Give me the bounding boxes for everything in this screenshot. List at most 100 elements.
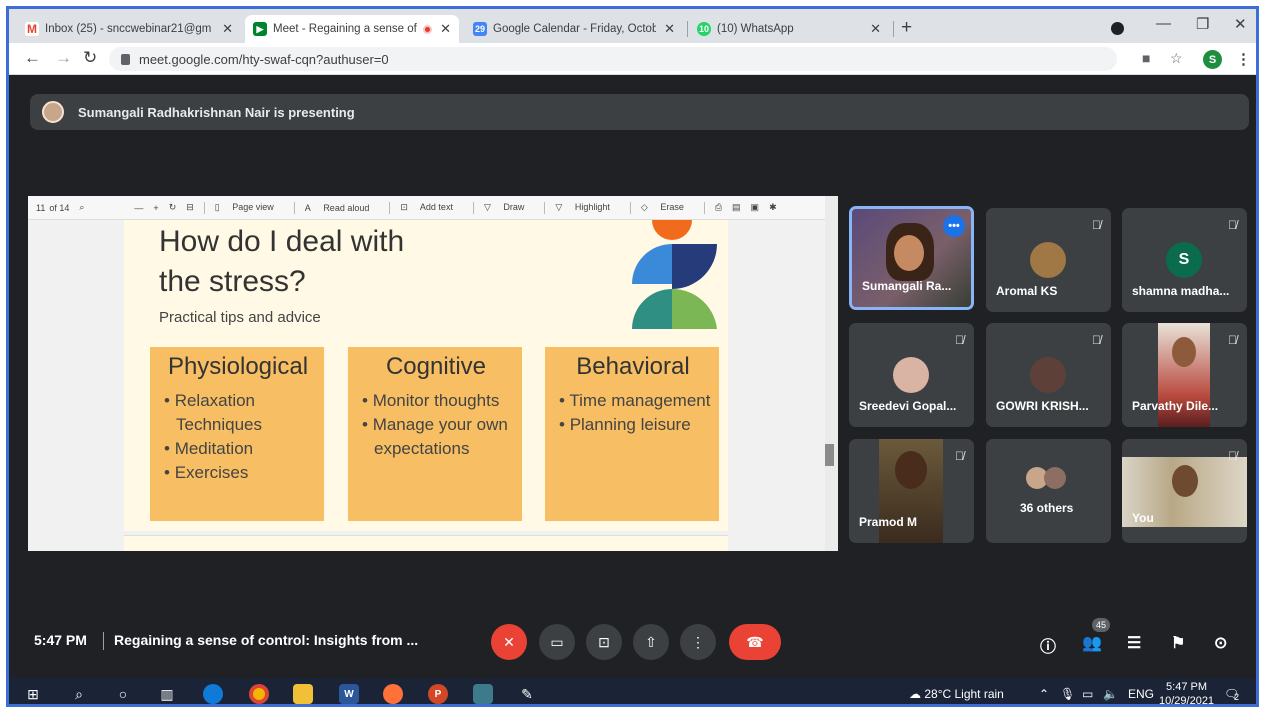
erase-label: Erase (660, 202, 684, 212)
meeting-title: Regaining a sense of control: Insights f… (114, 632, 419, 648)
mic-off-icon: 🎙̸ (1092, 218, 1101, 232)
more-options-icon[interactable]: ••• (943, 215, 965, 237)
microphone-icon[interactable]: 🎙 (1060, 687, 1075, 701)
tab-label: Inbox (25) - snccwebinar21@gm (45, 23, 212, 35)
cortana-icon[interactable]: ○ (113, 684, 133, 704)
rotate-icon[interactable]: ↻ (169, 202, 177, 213)
windows-start-icon[interactable]: ⊞ (23, 684, 43, 704)
activities-icon[interactable]: ⚑ (1171, 633, 1185, 653)
close-tab-icon[interactable]: ✕ (440, 21, 451, 37)
tab-label: Meet - Regaining a sense of (273, 23, 417, 35)
new-tab-button[interactable]: + (901, 17, 912, 39)
volume-icon[interactable]: 🔈 (1103, 687, 1118, 701)
chrome-icon[interactable] (249, 684, 269, 704)
read-aloud-button[interactable]: A Read aloud (305, 203, 380, 213)
more-options-button[interactable]: ⋮ (680, 624, 716, 660)
close-tab-icon[interactable]: ✕ (664, 21, 675, 37)
print-icon[interactable]: ⎙ (715, 202, 722, 213)
firefox-icon[interactable] (383, 684, 403, 704)
add-text-button[interactable]: ⊡ Add text (400, 202, 463, 213)
host-controls-icon[interactable]: ⊙ (1214, 633, 1227, 653)
chat-icon[interactable]: ☰ (1127, 633, 1141, 653)
close-tab-icon[interactable]: ✕ (222, 21, 233, 37)
edge-icon[interactable] (203, 684, 223, 704)
page-view-label: Page view (232, 202, 274, 212)
close-window-icon[interactable]: ✕ (1234, 15, 1247, 33)
tile-aromal[interactable]: 🎙̸ Aromal KS (986, 208, 1111, 312)
page-view-button[interactable]: ▯ Page view (215, 202, 284, 213)
taskbar-clock[interactable]: 5:47 PM 10/29/2021 (1159, 680, 1214, 704)
tile-shamna[interactable]: 🎙̸ S shamna madha... (1122, 208, 1247, 312)
tab-search-icon[interactable] (1111, 22, 1124, 35)
file-explorer-icon[interactable] (293, 684, 313, 704)
weather-widget[interactable]: ☁ 28°C Light rain (909, 687, 1004, 701)
decorative-logo-shapes (632, 220, 717, 329)
present-icon: ⇧ (645, 633, 657, 650)
highlight-button[interactable]: ▽ Highlight (555, 202, 619, 213)
participant-avatar (1030, 357, 1066, 393)
participant-name: shamna madha... (1132, 284, 1230, 298)
tab-gmail[interactable]: M Inbox (25) - snccwebinar21@gm ✕ (17, 15, 241, 43)
weather-text: 28°C Light rain (924, 687, 1004, 701)
card-item: Monitor thoughts (358, 389, 514, 413)
network-icon[interactable]: ▭ (1082, 687, 1093, 701)
tile-pramod[interactable]: 🎙̸ Pramod M (849, 439, 974, 543)
captions-button[interactable]: ⊡ (586, 624, 622, 660)
tile-parvathy[interactable]: 🎙̸ Parvathy Dile... (1122, 323, 1247, 427)
presenting-text: Sumangali Radhakrishnan Nair is presenti… (78, 104, 355, 120)
zoom-in-icon[interactable]: + (153, 203, 158, 213)
tray-chevron-icon[interactable]: ⌃ (1039, 687, 1049, 701)
erase-button[interactable]: ◇ Erase (641, 202, 694, 213)
tile-others[interactable]: 36 others (986, 439, 1111, 543)
search-icon[interactable]: ⌕ (79, 202, 84, 213)
participant-video (895, 451, 927, 489)
draw-button[interactable]: ▽ Draw (484, 202, 534, 213)
browser-menu-icon[interactable]: ⋮ (1236, 50, 1251, 68)
tab-meet[interactable]: ▶ Meet - Regaining a sense of ✕ (245, 15, 459, 43)
fit-page-icon[interactable]: ⊟ (186, 202, 194, 213)
camera-in-use-icon[interactable]: ■ (1142, 50, 1150, 66)
search-icon[interactable]: ⌕ (69, 684, 89, 704)
tab-calendar[interactable]: 29 Google Calendar - Friday, Octobe ✕ (465, 15, 683, 43)
participant-avatar (1030, 242, 1066, 278)
pdf-scroll-thumb[interactable] (825, 444, 834, 466)
toolbar-divider (629, 201, 631, 214)
pdf-scrollbar[interactable] (825, 196, 838, 551)
toolbar-divider (544, 201, 546, 214)
forward-arrow-icon[interactable]: → (55, 48, 72, 68)
close-tab-icon[interactable]: ✕ (870, 21, 881, 37)
powerpoint-icon[interactable]: P (428, 684, 448, 704)
reload-icon[interactable]: ↻ (83, 48, 97, 68)
meeting-details-icon[interactable]: ⓘ (1040, 633, 1056, 657)
present-button[interactable]: ⇧ (633, 624, 669, 660)
zoom-out-icon[interactable]: — (134, 203, 143, 213)
save-icon[interactable]: ▤ (732, 202, 741, 213)
restore-icon[interactable]: ❐ (1196, 15, 1209, 33)
participant-name: Sreedevi Gopal... (859, 399, 957, 413)
tab-label: (10) WhatsApp (717, 23, 794, 35)
tab-whatsapp[interactable]: 10 (10) WhatsApp ✕ (689, 15, 889, 43)
page-number[interactable]: 11 (36, 203, 45, 213)
paint-icon[interactable]: ✎ (517, 684, 537, 704)
tile-sumangali[interactable]: ••• Sumangali Ra... (849, 206, 974, 310)
people-icon[interactable]: 👥 (1082, 633, 1102, 653)
minimize-icon[interactable]: — (1156, 15, 1171, 32)
tile-sreedevi[interactable]: 🎙̸ Sreedevi Gopal... (849, 323, 974, 427)
leave-call-button[interactable]: ☎ (729, 624, 781, 660)
slide-title-line: How do I deal with (159, 225, 405, 258)
microphone-off-button[interactable]: ✕ (491, 624, 527, 660)
pin-icon[interactable]: ✱ (769, 202, 777, 213)
tile-you[interactable]: 🎙̸ You (1122, 439, 1247, 543)
recording-icon (423, 24, 433, 34)
chrome-profile-icon[interactable] (473, 684, 493, 704)
camera-button[interactable]: ▭ (539, 624, 575, 660)
address-bar[interactable]: meet.google.com/hty-swaf-cqn?authuser=0 (109, 47, 1117, 71)
save-as-icon[interactable]: ▣ (751, 202, 760, 213)
task-view-icon[interactable]: ▥ (157, 684, 177, 704)
language-indicator[interactable]: ENG (1128, 687, 1154, 701)
word-icon[interactable]: W (339, 684, 359, 704)
tile-gowri[interactable]: 🎙̸ GOWRI KRISH... (986, 323, 1111, 427)
bookmark-star-icon[interactable]: ☆ (1170, 50, 1183, 67)
back-arrow-icon[interactable]: ← (24, 48, 41, 68)
profile-avatar[interactable]: S (1203, 50, 1222, 69)
